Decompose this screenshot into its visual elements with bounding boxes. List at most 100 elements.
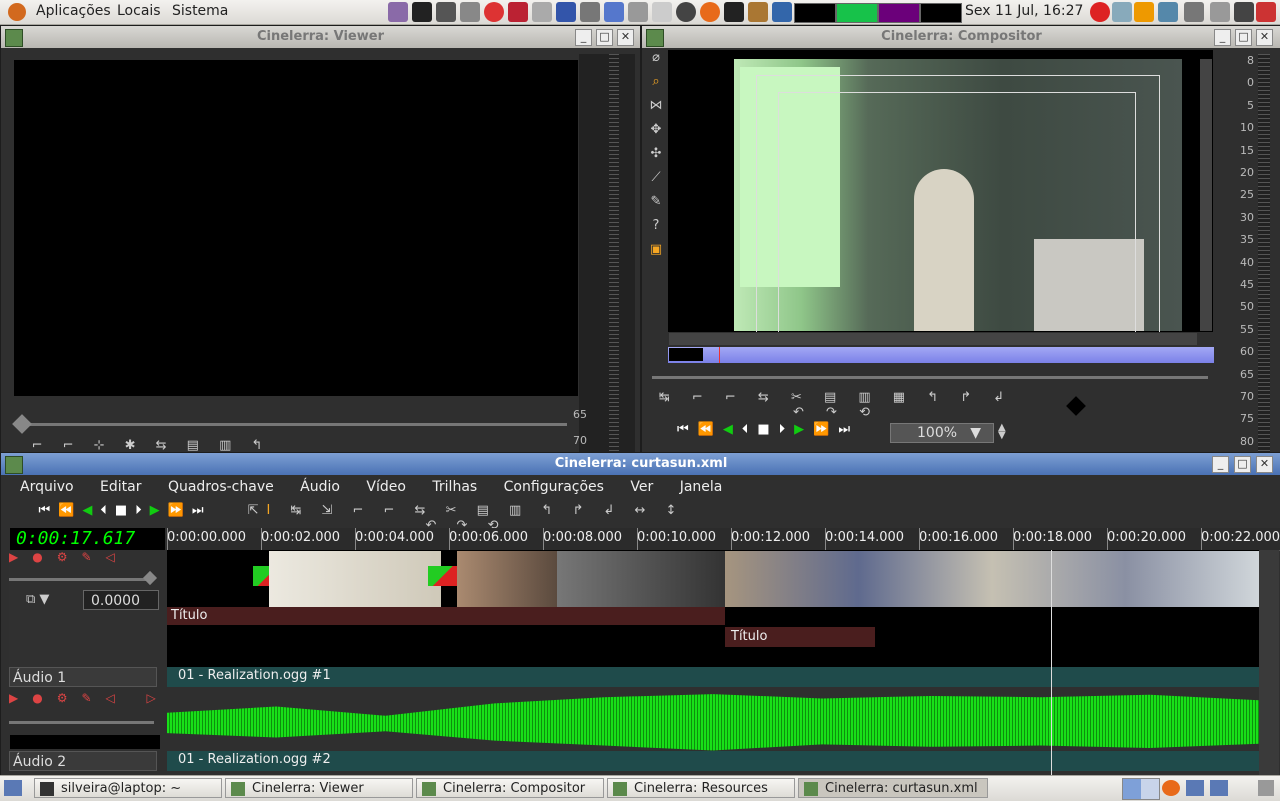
menu-view[interactable]: Ver: [630, 479, 653, 495]
ubuntu-logo-icon[interactable]: [8, 3, 26, 21]
display-icon[interactable]: [1158, 2, 1178, 22]
close-button[interactable]: ✕: [617, 29, 634, 46]
camera-icon[interactable]: ✥: [644, 122, 668, 146]
update-icon[interactable]: [1134, 2, 1154, 22]
launcher-icon[interactable]: [676, 2, 696, 22]
trash-icon[interactable]: [1258, 780, 1274, 796]
show-desktop-icon[interactable]: [4, 780, 22, 796]
fade-value-field[interactable]: 0.0000: [83, 590, 159, 610]
task-terminal[interactable]: silveira@laptop: ~: [34, 778, 222, 798]
menu-system[interactable]: Sistema: [172, 3, 228, 19]
audio1-clip-header[interactable]: [167, 667, 1259, 687]
network-icon[interactable]: [1112, 2, 1132, 22]
audio1-fade-slider[interactable]: [9, 721, 154, 724]
zoom-select[interactable]: 100% ▼: [890, 423, 994, 443]
clip-thumbnail[interactable]: [457, 551, 557, 607]
viewer-titlebar[interactable]: Cinelerra: Viewer: [1, 26, 640, 48]
help-icon[interactable]: ?: [644, 218, 668, 242]
close-button[interactable]: ✕: [1256, 29, 1273, 46]
launcher-icon[interactable]: [436, 2, 456, 22]
crop-icon[interactable]: ⟋: [644, 170, 668, 194]
volume-icon[interactable]: [1184, 2, 1204, 22]
main-vscroll[interactable]: [1259, 550, 1279, 775]
viewer-slider[interactable]: [15, 423, 567, 426]
menu-edit[interactable]: Editar: [100, 479, 141, 495]
power-icon[interactable]: [1256, 2, 1276, 22]
audio1-waveform[interactable]: [167, 694, 1259, 751]
launcher-icon[interactable]: [460, 2, 480, 22]
main-titlebar[interactable]: Cinelerra: curtasun.xml: [1, 453, 1280, 475]
fade-slider-handle[interactable]: [142, 570, 158, 586]
menu-settings[interactable]: Configurações: [504, 479, 604, 495]
minimize-button[interactable]: _: [1214, 29, 1231, 46]
menu-applications[interactable]: Aplicações: [36, 3, 111, 19]
compositor-titlebar[interactable]: Cinelerra: Compositor: [642, 26, 1280, 48]
clip-thumbnail[interactable]: [269, 551, 441, 607]
fade-slider[interactable]: [9, 578, 154, 581]
launcher-icon[interactable]: [532, 2, 552, 22]
timeline-ruler[interactable]: 0:00:00.000 0:00:02.000 0:00:04.000 0:00:06…: [167, 528, 1280, 551]
title-clip-1[interactable]: [167, 607, 725, 625]
zoom-stepper[interactable]: ▲ ▼: [998, 423, 1010, 441]
launcher-icon[interactable]: [772, 2, 792, 22]
timecode-display[interactable]: 0:00:17.617: [10, 528, 165, 550]
launcher-icon[interactable]: [388, 2, 408, 22]
audio1-toggle-icons[interactable]: ▶●⚙✎◁ ▷: [9, 691, 170, 705]
launcher-icon[interactable]: [604, 2, 624, 22]
audio2-name[interactable]: Áudio 2: [9, 751, 157, 771]
launcher-icon[interactable]: [748, 2, 768, 22]
clip-thumbnail[interactable]: [725, 551, 1259, 607]
task-viewer[interactable]: Cinelerra: Viewer: [225, 778, 413, 798]
zoom-icon[interactable]: ⌕: [644, 74, 668, 98]
task-main[interactable]: Cinelerra: curtasun.xml: [798, 778, 988, 798]
projector-icon[interactable]: ✣: [644, 146, 668, 170]
timebar[interactable]: [668, 347, 1214, 363]
menu-window[interactable]: Janela: [680, 479, 723, 495]
firefox-icon[interactable]: [700, 2, 720, 22]
launcher-icon[interactable]: [652, 2, 672, 22]
minimize-button[interactable]: _: [575, 29, 592, 46]
launcher-icon[interactable]: [580, 2, 600, 22]
clock[interactable]: Sex 11 Jul, 16:27: [965, 3, 1083, 19]
maximize-button[interactable]: □: [1234, 456, 1251, 473]
viewer-slider-handle[interactable]: [12, 414, 32, 434]
menu-places[interactable]: Locais: [117, 3, 161, 19]
launcher-icon[interactable]: [508, 2, 528, 22]
protect-icon[interactable]: ⌀: [644, 50, 668, 74]
minimize-button[interactable]: _: [1212, 456, 1229, 473]
task-resources[interactable]: Cinelerra: Resources: [607, 778, 795, 798]
chevron-down-icon[interactable]: ▼: [970, 424, 981, 442]
menu-file[interactable]: Arquivo: [20, 479, 74, 495]
compositor-vscroll[interactable]: [1200, 59, 1212, 331]
audio1-name[interactable]: Áudio 1: [9, 667, 157, 687]
launcher-icon[interactable]: [556, 2, 576, 22]
keyframe-diamond-icon[interactable]: [1066, 396, 1086, 416]
menu-tracks[interactable]: Trilhas: [432, 479, 477, 495]
menu-keyframes[interactable]: Quadros-chave: [168, 479, 274, 495]
maximize-button[interactable]: □: [596, 29, 613, 46]
workspace-switcher[interactable]: [1122, 778, 1160, 800]
settings-icon[interactable]: [1210, 2, 1230, 22]
in-point-icon[interactable]: [669, 348, 703, 361]
clip-thumbnail[interactable]: [557, 551, 725, 607]
lock-icon[interactable]: [1234, 2, 1254, 22]
firefox-icon[interactable]: [1162, 780, 1180, 796]
terminal-icon[interactable]: [724, 2, 744, 22]
safe-region-icon[interactable]: ▣: [644, 242, 668, 266]
menu-audio[interactable]: Áudio: [300, 479, 340, 495]
launcher-icon[interactable]: [412, 2, 432, 22]
copy-icon[interactable]: ⧉ ▼: [26, 592, 49, 607]
maximize-button[interactable]: □: [1235, 29, 1252, 46]
audio2-clip-header[interactable]: [167, 751, 1259, 771]
task-compositor[interactable]: Cinelerra: Compositor: [416, 778, 604, 798]
eyedropper-icon[interactable]: ✎: [644, 194, 668, 218]
compositor-slider[interactable]: [652, 376, 1208, 379]
close-button[interactable]: ✕: [1256, 456, 1273, 473]
launcher-icon[interactable]: [628, 2, 648, 22]
track-toggle-icons[interactable]: ▶●⚙✎◁: [9, 550, 167, 564]
window-icon[interactable]: [1210, 780, 1228, 796]
launcher-icon[interactable]: [484, 2, 504, 22]
compositor-hscroll[interactable]: [669, 333, 1197, 345]
window-icon[interactable]: [1186, 780, 1204, 796]
viewer-canvas[interactable]: [14, 60, 578, 396]
